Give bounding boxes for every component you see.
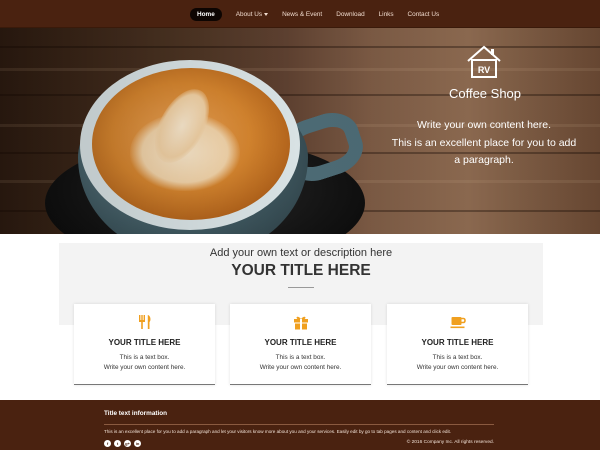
chevron-down-icon	[264, 12, 269, 16]
card-text: This is a text box. Write your own conte…	[259, 354, 342, 371]
card-text: This is a text box. Write your own conte…	[416, 354, 499, 371]
footer	[0, 400, 600, 450]
hero-line: This is an excellent place for you to ad…	[391, 136, 577, 149]
nav-item-about-us[interactable]: About Us	[235, 10, 269, 18]
nav-menu: Home About Us News & Event Download Link…	[190, 6, 453, 22]
gift-icon	[294, 316, 308, 330]
title-divider	[288, 287, 314, 288]
card-title: YOUR TITLE HERE	[421, 338, 494, 347]
logo-house-icon: RV	[467, 45, 501, 78]
footer-title: Title text information	[104, 410, 168, 417]
feature-card: YOUR TITLE HERE This is a text box. Writ…	[230, 304, 371, 385]
nav-item-label: News & Event	[282, 10, 323, 18]
nav-item-download[interactable]: Download	[336, 11, 364, 18]
nav-item-label: Home	[197, 10, 215, 18]
footer-divider	[104, 424, 494, 425]
twitter-icon[interactable]: t	[114, 440, 121, 447]
footer-paragraph: This is an excellent place for you to ad…	[104, 429, 452, 434]
copyright-text: © 2016 Company Inc. All rights reserved.	[406, 440, 494, 445]
card-title: YOUR TITLE HERE	[264, 338, 337, 347]
nav-item-contact-us[interactable]: Contact Us	[408, 11, 440, 18]
nav-item-links[interactable]: Links	[379, 11, 394, 18]
nav-item-label: Download	[336, 10, 365, 18]
feature-card: YOUR TITLE HERE This is a text box. Writ…	[74, 304, 215, 385]
hero-line: a paragraph.	[454, 154, 514, 166]
hero-line: Write your own content here.	[416, 119, 552, 131]
linkedin-icon[interactable]: in	[134, 440, 141, 447]
card-text: This is a text box. Write your own conte…	[103, 354, 186, 371]
nav-item-label: Contact Us	[407, 10, 440, 18]
nav-item-home[interactable]: Home	[190, 7, 222, 21]
google-plus-icon[interactable]: g+	[124, 440, 131, 447]
logo-text: RV	[478, 65, 490, 75]
feature-card: YOUR TITLE HERE This is a text box. Writ…	[387, 304, 528, 385]
cutlery-icon	[139, 315, 151, 329]
card-title: YOUR TITLE HERE	[108, 338, 181, 347]
section-subtitle: Add your own text or description here	[209, 247, 393, 259]
section-title: YOUR TITLE HERE	[231, 262, 371, 279]
hero-paragraph: Write your own content here. This is an …	[376, 117, 592, 170]
top-navigation: Home About Us News & Event Download Link…	[0, 0, 600, 28]
nav-item-label: About Us	[235, 10, 263, 18]
nav-item-news-event[interactable]: News & Event	[282, 11, 322, 18]
nav-item-label: Links	[378, 10, 394, 18]
facebook-icon[interactable]: f	[104, 440, 111, 447]
hero-brand-name: Coffee Shop	[448, 86, 522, 101]
coffee-cup-icon	[450, 317, 466, 329]
